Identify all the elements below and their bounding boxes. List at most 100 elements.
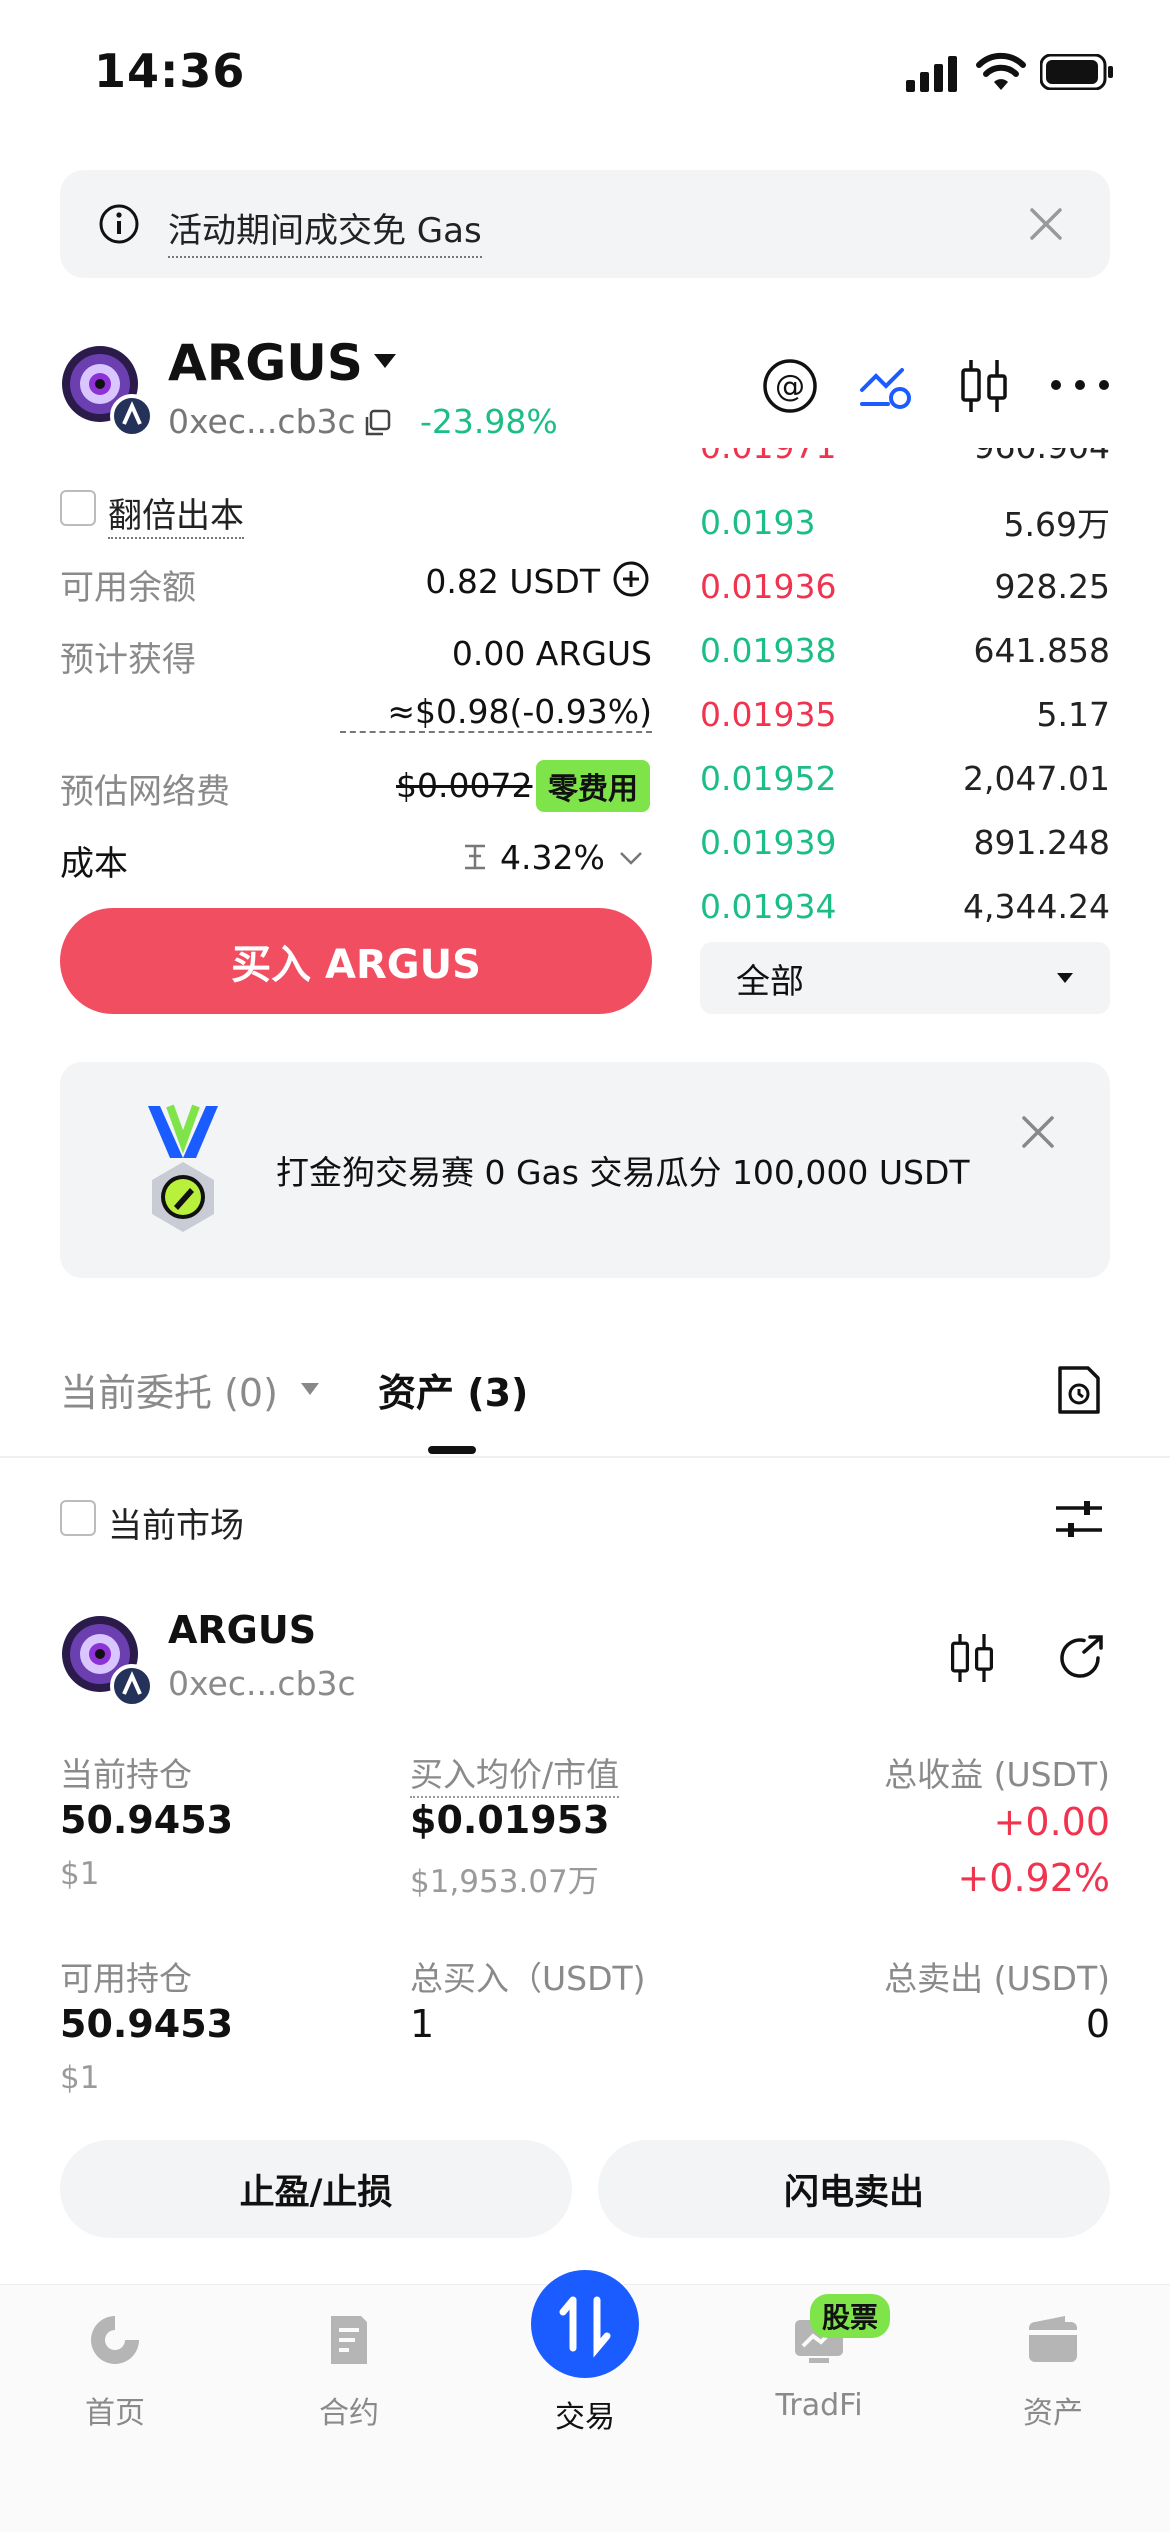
status-time: 14:36: [94, 44, 246, 98]
position-label: 当前持仓: [60, 1755, 192, 1794]
pnl-label: 总收益 (USDT): [884, 1755, 1110, 1794]
add-circle-icon[interactable]: [612, 560, 650, 598]
caret-down-icon[interactable]: [300, 1382, 320, 1396]
signal-icon: [906, 54, 962, 94]
home-icon: [87, 2312, 143, 2368]
current-market-label: 当前市场: [108, 1506, 244, 1546]
token-avatar: [60, 344, 156, 440]
wallet-icon: [1025, 2312, 1081, 2368]
at-icon[interactable]: @: [762, 358, 818, 414]
order-history-icon[interactable]: [1056, 1364, 1102, 1416]
token-change: -23.98%: [420, 402, 558, 441]
orderbook-row[interactable]: 0.01971 960.904: [700, 448, 1110, 478]
candlestick-icon[interactable]: [948, 1630, 996, 1686]
available-label: 可用余额: [60, 568, 196, 608]
slippage-icon: [462, 842, 488, 872]
gas-notice-banner: 活动期间成交免 Gas: [60, 170, 1110, 278]
ob-qty: 5.17: [1036, 694, 1110, 734]
holding-name[interactable]: ARGUS: [168, 1608, 316, 1652]
token-address: 0xec...cb3c: [168, 402, 356, 441]
orderbook-filter-select[interactable]: 全部: [700, 942, 1110, 1014]
ob-qty: 5.69万: [1003, 505, 1110, 544]
orderbook-row[interactable]: 0.01936 928.25: [700, 554, 1110, 618]
estimate-label: 预计获得: [60, 640, 196, 680]
ob-price: 0.01939: [700, 822, 837, 862]
nav-contract-label: 合约: [319, 2396, 379, 2431]
fee-label: 预估网络费: [60, 772, 230, 812]
more-icon[interactable]: [1050, 378, 1110, 392]
total-sell-value: 0: [1085, 2002, 1110, 2046]
cost-value[interactable]: 4.32%: [500, 838, 605, 877]
token-name[interactable]: ARGUS: [168, 334, 363, 392]
tab-assets-label: 资产 (3): [378, 1371, 529, 1415]
copy-icon[interactable]: [362, 408, 392, 438]
caret-down-icon[interactable]: [372, 352, 398, 370]
close-icon[interactable]: [1026, 204, 1066, 244]
promo-banner[interactable]: 打金狗交易赛 0 Gas 交易瓜分 100,000 USDT: [60, 1062, 1110, 1278]
ob-price: 0.01934: [700, 886, 837, 926]
tab-assets[interactable]: 资产 (3): [378, 1362, 528, 1417]
cost-label: 成本: [60, 844, 128, 884]
estimate-value: 0.00 ARGUS: [451, 634, 652, 673]
nav-home-label: 首页: [85, 2396, 145, 2431]
orderbook-row[interactable]: 0.01939 891.248: [700, 810, 1110, 874]
position-usd: $1: [60, 1856, 100, 1892]
zero-fee-badge: 零费用: [536, 760, 650, 812]
available-position-usd: $1: [60, 2060, 100, 2096]
avg-price-label: 买入均价/市值: [410, 1748, 620, 1798]
caret-down-icon: [1056, 972, 1074, 984]
available-value: 0.82 USDT: [425, 562, 600, 601]
nav-assets[interactable]: 资产: [978, 2304, 1128, 2432]
orderbook-filter-label: 全部: [736, 961, 804, 1002]
orderbook-row[interactable]: 0.01934 4,344.24: [700, 874, 1110, 928]
orderbook-row[interactable]: 0.0193 5.69万: [700, 490, 1110, 554]
nav-tradfi-label: TradFi: [775, 2388, 863, 2423]
ob-price: 0.01938: [700, 630, 837, 670]
promo-text: 打金狗交易赛 0 Gas 交易瓜分 100,000 USDT: [276, 1153, 970, 1192]
nav-trade[interactable]: 交易: [510, 2270, 660, 2436]
nav-trade-label: 交易: [555, 2400, 615, 2435]
ob-qty: 960.904: [974, 448, 1110, 466]
nav-assets-label: 资产: [1023, 2396, 1083, 2431]
ob-price: 0.01936: [700, 566, 837, 606]
filter-sliders-icon[interactable]: [1054, 1498, 1104, 1540]
ob-price: 0.01935: [700, 694, 837, 734]
ob-qty: 2,047.01: [963, 758, 1110, 798]
close-icon[interactable]: [1018, 1112, 1058, 1152]
ob-qty: 4,344.24: [963, 886, 1110, 926]
nav-home[interactable]: 首页: [40, 2304, 190, 2432]
double-principal-checkbox[interactable]: [60, 490, 96, 526]
wifi-icon: [976, 52, 1026, 92]
notice-text[interactable]: 活动期间成交免 Gas: [168, 203, 482, 258]
ob-price: 0.01952: [700, 758, 837, 798]
total-sell-label: 总卖出 (USDT): [884, 1959, 1110, 1998]
orderbook-row[interactable]: 0.01938 641.858: [700, 618, 1110, 682]
avg-price-value: $0.01953: [410, 1798, 610, 1842]
double-principal-label: 翻倍出本: [108, 488, 244, 539]
share-icon[interactable]: [1054, 1632, 1106, 1684]
chevron-down-icon[interactable]: [618, 850, 644, 866]
orderbook: 0.01971 960.904 0.0193 5.69万 0.01936 928…: [700, 448, 1110, 928]
nav-contract[interactable]: 合约: [274, 2304, 424, 2432]
buy-button[interactable]: 买入 ARGUS: [60, 908, 652, 1014]
available-position-label: 可用持仓: [60, 1959, 192, 1998]
fee-value: $0.0072: [396, 766, 533, 805]
total-buy-label: 总买入（USDT): [410, 1959, 646, 1998]
stocks-badge: 股票: [810, 2294, 891, 2338]
orderbook-row[interactable]: 0.01952 2,047.01: [700, 746, 1110, 810]
ob-price: 0.01971: [700, 448, 836, 466]
holding-avatar: [60, 1614, 156, 1710]
tp-sl-button[interactable]: 止盈/止损: [60, 2140, 572, 2238]
pnl-value: +0.00: [993, 1800, 1110, 1844]
ob-qty: 641.858: [973, 630, 1110, 670]
orderbook-row[interactable]: 0.01935 5.17: [700, 682, 1110, 746]
medal-icon: [140, 1102, 226, 1242]
current-market-checkbox[interactable]: [60, 1500, 96, 1536]
trade-icon: [531, 2270, 639, 2378]
candlestick-icon[interactable]: [958, 356, 1010, 416]
holding-address: 0xec...cb3c: [168, 1664, 356, 1703]
flash-sell-button[interactable]: 闪电卖出: [598, 2140, 1110, 2238]
tab-open-orders[interactable]: 当前委托 (0): [60, 1362, 278, 1417]
ob-qty: 891.248: [973, 822, 1110, 862]
price-alert-icon[interactable]: [858, 360, 914, 412]
